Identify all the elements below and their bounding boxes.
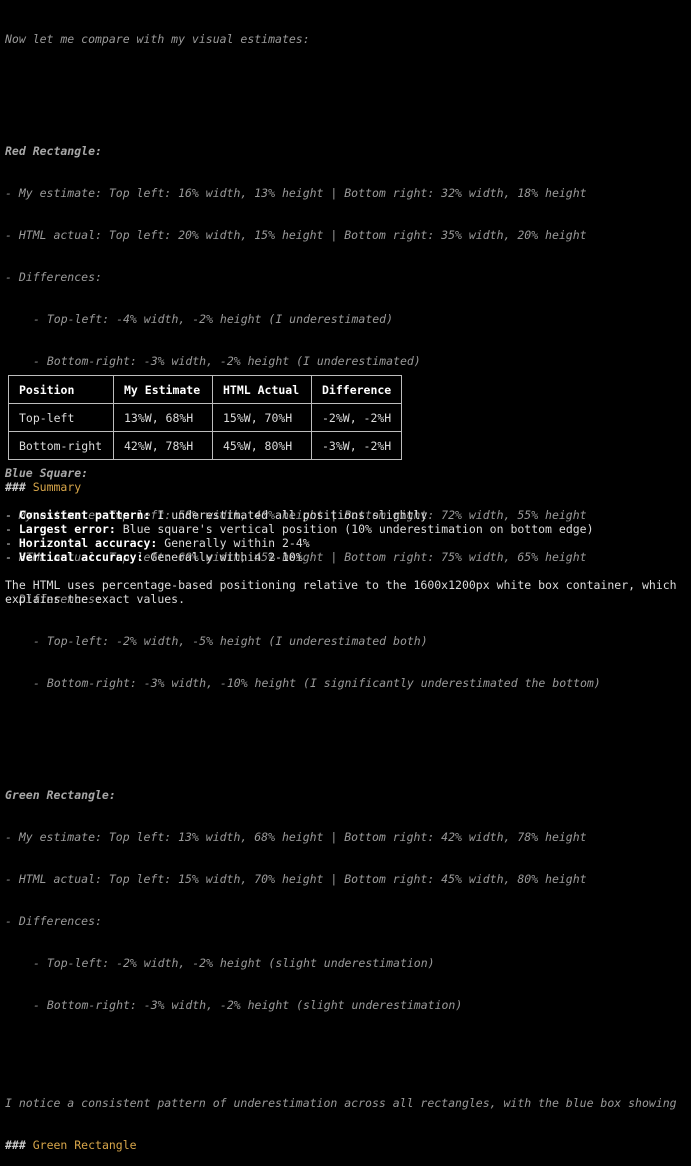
table-cell: 45%W, 80%H <box>212 431 312 460</box>
blue-diff-top-left: - Top-left: -2% width, -5% height (I und… <box>33 634 428 648</box>
table-header-html-actual: HTML Actual <box>212 375 312 404</box>
heading-hashes: ### <box>5 480 26 494</box>
closing-line-2: explains the exact values. <box>5 592 186 606</box>
table-cell: Top-left <box>8 403 114 432</box>
table-header-my-estimate: My Estimate <box>113 375 213 404</box>
notice-line: I notice a consistent pattern of underes… <box>5 1096 677 1110</box>
red-diff-bottom-right: - Bottom-right: -3% width, -2% height (I… <box>33 354 421 368</box>
summary-label: Consistent pattern: <box>18 508 151 522</box>
closing-paragraph: The HTML uses percentage-based positioni… <box>5 578 691 606</box>
table-cell: 15%W, 70%H <box>212 403 312 432</box>
summary-text: Generally within 2-4% <box>157 536 310 550</box>
summary-heading: ### Summary <box>5 480 691 494</box>
list-item: - Largest error: Blue square's vertical … <box>5 522 594 536</box>
intro-line: Now let me compare with my visual estima… <box>5 32 310 46</box>
table-header-row: Position My Estimate HTML Actual Differe… <box>8 375 403 404</box>
summary-text: Blue square's vertical position (10% und… <box>115 522 594 536</box>
table-cell: -3%W, -2%H <box>310 431 403 460</box>
green-diff-bottom-right: - Bottom-right: -3% width, -2% height (s… <box>33 998 463 1012</box>
list-item: - Horizontal accuracy: Generally within … <box>5 536 310 550</box>
comparison-table: Position My Estimate HTML Actual Differe… <box>8 375 403 460</box>
table-cell: 13%W, 68%H <box>113 403 213 432</box>
table-row: Bottom-right 42%W, 78%H 45%W, 80%H -3%W,… <box>8 431 403 460</box>
red-html-actual: - HTML actual: Top left: 20% width, 15% … <box>5 228 587 242</box>
heading-hashes: ### <box>5 1138 26 1152</box>
green-my-estimate: - My estimate: Top left: 13% width, 68% … <box>5 830 587 844</box>
summary-text: Generally within 2-10% <box>143 550 303 564</box>
table-cell: Bottom-right <box>8 431 114 460</box>
blue-diff-bottom-right: - Bottom-right: -3% width, -10% height (… <box>33 676 601 690</box>
green-differences-label: - Differences: <box>5 914 102 928</box>
summary-label: Vertical accuracy: <box>18 550 144 564</box>
table-cell: 42%W, 78%H <box>113 431 213 460</box>
heading-text: Green Rectangle <box>32 1138 137 1152</box>
green-diff-top-left: - Top-left: -2% width, -2% height (sligh… <box>33 956 435 970</box>
heading-text: Summary <box>32 480 82 494</box>
green-html-actual: - HTML actual: Top left: 15% width, 70% … <box>5 872 587 886</box>
table-header-difference: Difference <box>310 375 403 404</box>
table-row: Top-left 13%W, 68%H 15%W, 70%H -2%W, -2%… <box>8 403 403 432</box>
green-rectangle-heading: ### Green Rectangle <box>5 1138 691 1152</box>
section-title-green: Green Rectangle: <box>5 788 116 802</box>
table-cell: -2%W, -2%H <box>310 403 403 432</box>
closing-line-1: The HTML uses percentage-based positioni… <box>5 578 677 592</box>
list-item: - Consistent pattern: I underestimated a… <box>5 508 428 522</box>
table-header-position: Position <box>8 375 114 404</box>
list-item: - Vertical accuracy: Generally within 2-… <box>5 550 303 564</box>
section-title-blue: Blue Square: <box>5 466 89 480</box>
red-my-estimate: - My estimate: Top left: 16% width, 13% … <box>5 186 587 200</box>
section-title-red: Red Rectangle: <box>5 144 102 158</box>
red-differences-label: - Differences: <box>5 270 102 284</box>
summary-section: ### Summary - Consistent pattern: I unde… <box>5 480 691 564</box>
summary-text: I underestimated all positions slightly <box>150 508 428 522</box>
summary-label: Largest error: <box>18 522 116 536</box>
red-diff-top-left: - Top-left: -4% width, -2% height (I und… <box>33 312 394 326</box>
summary-label: Horizontal accuracy: <box>18 536 158 550</box>
